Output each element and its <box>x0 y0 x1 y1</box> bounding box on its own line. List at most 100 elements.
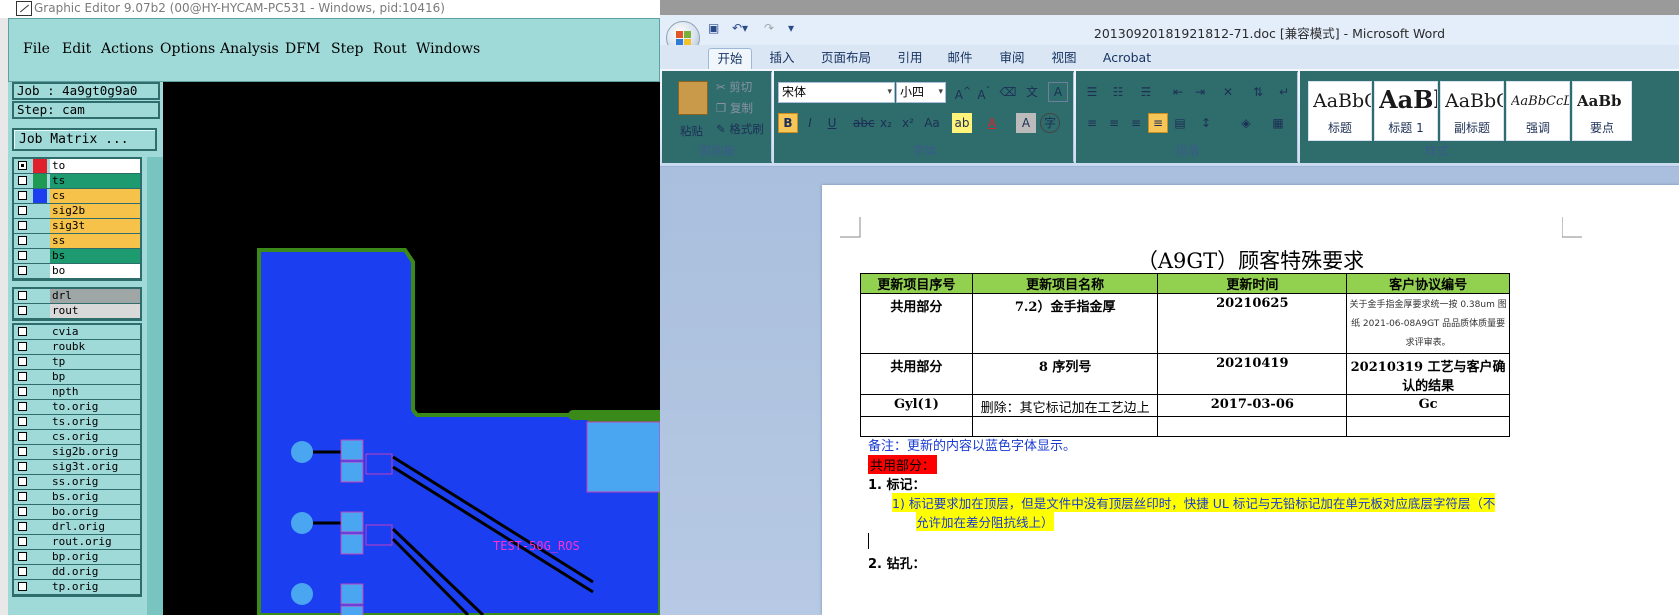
layer-checkbox[interactable] <box>18 327 27 336</box>
layer-row[interactable]: rout.orig <box>14 535 140 550</box>
graphic-canvas[interactable]: TEST-50G_ROS <box>163 82 660 615</box>
layer-row[interactable]: npth <box>14 385 140 400</box>
show-marks-icon[interactable]: ↵ <box>1274 82 1294 102</box>
change-case-icon[interactable]: Aa <box>922 113 942 133</box>
menu-options[interactable]: Options <box>160 41 215 57</box>
menu-actions[interactable]: Actions <box>101 41 154 57</box>
layer-row[interactable]: ss <box>14 234 140 249</box>
menu-windows[interactable]: Windows <box>416 41 480 57</box>
asian-layout-icon[interactable]: ✕ <box>1218 82 1238 102</box>
tab-insert[interactable]: 插入 <box>760 48 804 70</box>
grow-font-icon[interactable]: A^ <box>953 82 973 102</box>
menu-file[interactable]: File <box>23 41 50 57</box>
menu-analysis[interactable]: Analysis <box>220 41 279 57</box>
layer-row[interactable]: sig3t <box>14 219 140 234</box>
layer-row[interactable]: cs.orig <box>14 430 140 445</box>
style-strong[interactable]: AaBb 要点 <box>1572 81 1632 141</box>
layer-row[interactable]: drl <box>14 289 140 304</box>
tab-view[interactable]: 视图 <box>1042 48 1086 70</box>
layer-checkbox[interactable] <box>18 306 27 315</box>
layer-name[interactable]: roubk <box>50 340 140 354</box>
font-name-select[interactable]: 宋体 <box>778 82 895 103</box>
layer-checkbox[interactable] <box>18 417 27 426</box>
style-heading-1[interactable]: AaBl 标题 1 <box>1374 81 1438 141</box>
layer-name[interactable]: dd.orig <box>50 565 140 579</box>
phonetic-guide-icon[interactable]: 文 <box>1022 82 1042 102</box>
underline-icon[interactable]: U <box>822 113 842 133</box>
layer-checkbox[interactable] <box>18 462 27 471</box>
paste-button[interactable]: 粘贴 <box>680 123 703 139</box>
bold-icon[interactable]: B <box>778 113 798 133</box>
style-emphasis[interactable]: AaBbCcDc 强调 <box>1506 81 1570 141</box>
layer-checkbox[interactable] <box>18 522 27 531</box>
multilevel-list-icon[interactable]: ☴ <box>1136 82 1156 102</box>
layer-row[interactable]: bs.orig <box>14 490 140 505</box>
layer-checkbox[interactable] <box>18 402 27 411</box>
layer-checkbox[interactable] <box>18 266 27 275</box>
layer-name[interactable]: rout.orig <box>50 535 140 549</box>
subscript-icon[interactable]: x₂ <box>876 113 896 133</box>
copy-button[interactable]: ❐ 复制 <box>716 100 753 116</box>
decrease-indent-icon[interactable]: ⇤ <box>1168 82 1188 102</box>
layer-row[interactable]: cvia <box>14 325 140 340</box>
layer-row[interactable]: ss.orig <box>14 475 140 490</box>
bullets-icon[interactable]: ☰ <box>1082 82 1102 102</box>
layer-checkbox[interactable] <box>18 567 27 576</box>
align-left-icon[interactable]: ≡ <box>1082 113 1102 133</box>
layer-checkbox[interactable] <box>18 432 27 441</box>
font-color-icon[interactable]: A <box>982 113 1002 133</box>
layer-name[interactable]: tp <box>50 355 140 369</box>
distributed-icon[interactable]: ▤ <box>1170 113 1190 133</box>
layer-checkbox[interactable] <box>18 582 27 591</box>
layer-name[interactable]: bp.orig <box>50 550 140 564</box>
layer-row[interactable]: rout <box>14 304 140 319</box>
layer-row[interactable]: drl.orig <box>14 520 140 535</box>
sort-icon[interactable]: ⇅ <box>1248 82 1268 102</box>
layer-checkbox[interactable] <box>18 537 27 546</box>
char-border-icon[interactable]: A <box>1048 82 1068 102</box>
layer-name[interactable]: bo.orig <box>50 505 140 519</box>
align-right-icon[interactable]: ≡ <box>1126 113 1146 133</box>
layer-checkbox[interactable] <box>18 372 27 381</box>
menu-dfm[interactable]: DFM <box>285 41 320 57</box>
layer-row[interactable]: ts <box>14 174 140 189</box>
layer-name[interactable]: sig2b <box>50 204 140 218</box>
layer-name[interactable]: cs.orig <box>50 430 140 444</box>
paste-icon[interactable] <box>678 81 708 115</box>
layer-name[interactable]: bo <box>50 264 140 278</box>
shading-icon[interactable]: ◈ <box>1236 113 1256 133</box>
layer-checkbox[interactable] <box>18 552 27 561</box>
layer-row[interactable]: sig2b <box>14 204 140 219</box>
layer-checkbox[interactable] <box>18 191 27 200</box>
layer-checkbox[interactable] <box>18 176 27 185</box>
layer-name[interactable]: sig2b.orig <box>50 445 140 459</box>
layer-name[interactable]: bp <box>50 370 140 384</box>
menu-edit[interactable]: Edit <box>62 41 91 57</box>
layer-row[interactable]: dd.orig <box>14 565 140 580</box>
align-center-icon[interactable]: ≡ <box>1104 113 1124 133</box>
layer-checkbox[interactable] <box>18 161 27 170</box>
borders-icon[interactable]: ▦ <box>1268 113 1288 133</box>
layer-checkbox[interactable] <box>18 206 27 215</box>
layer-name[interactable]: bs <box>50 249 140 263</box>
format-painter-button[interactable]: ✎ 格式刷 <box>716 121 764 137</box>
layer-checkbox[interactable] <box>18 387 27 396</box>
layer-name[interactable]: cs <box>50 189 140 203</box>
style-subtitle[interactable]: AaBbC 副标题 <box>1440 81 1504 141</box>
layer-checkbox[interactable] <box>18 221 27 230</box>
highlight-icon[interactable]: ab <box>952 113 972 133</box>
layer-checkbox[interactable] <box>18 357 27 366</box>
line-spacing-icon[interactable]: ↕ <box>1196 113 1216 133</box>
layer-name[interactable]: sig3t <box>50 219 140 233</box>
layer-scrollbar[interactable] <box>147 157 163 615</box>
justify-icon[interactable]: ≡ <box>1148 113 1168 133</box>
char-shading-icon[interactable]: A <box>1016 113 1036 133</box>
layer-row[interactable]: roubk <box>14 340 140 355</box>
tab-home[interactable]: 开始 <box>708 48 752 70</box>
layer-name[interactable]: rout <box>50 304 140 318</box>
layer-checkbox[interactable] <box>18 251 27 260</box>
layer-row[interactable]: to.orig <box>14 400 140 415</box>
clear-format-icon[interactable]: ⌫ <box>998 82 1018 102</box>
layer-checkbox[interactable] <box>18 236 27 245</box>
layer-row[interactable]: bo <box>14 264 140 279</box>
